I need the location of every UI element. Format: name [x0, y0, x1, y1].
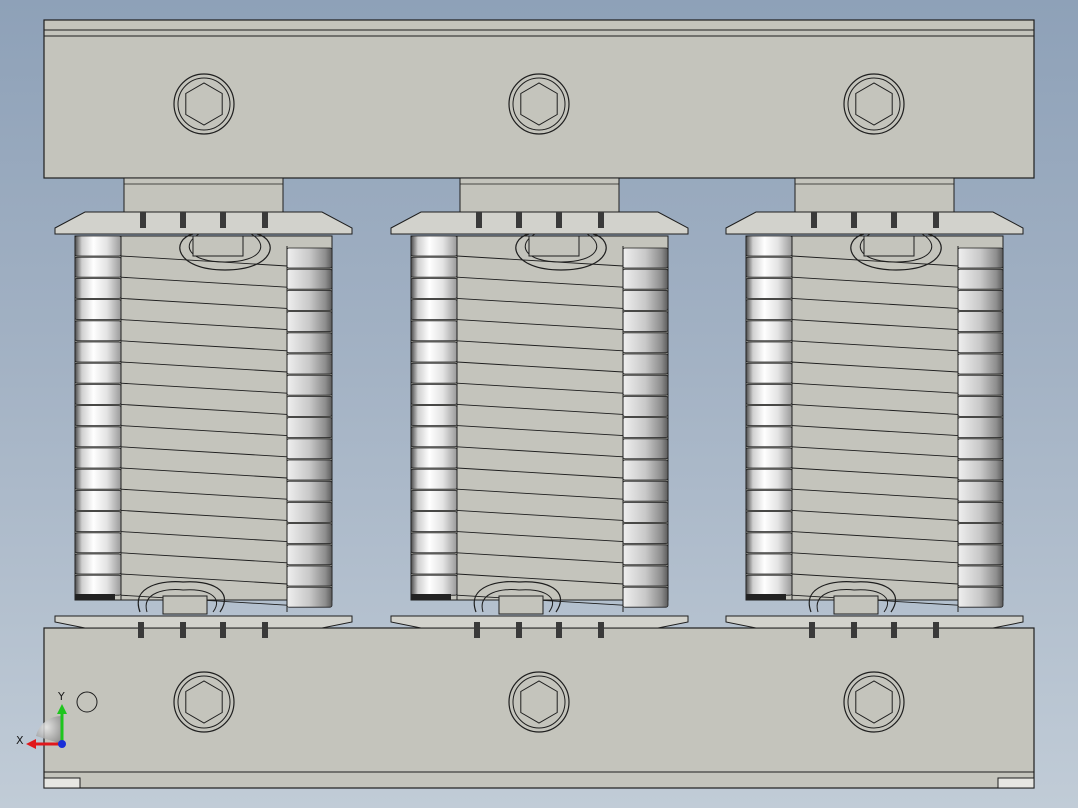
top-yoke	[43, 19, 1035, 179]
x-axis-label: X	[16, 734, 24, 747]
bottom-bolt-2	[508, 671, 570, 733]
bottom-flange	[390, 615, 689, 629]
cad-viewport[interactable]: XY	[0, 0, 1078, 808]
bottom-bolt-3	[843, 671, 905, 733]
bottom-bolt-1	[173, 671, 235, 733]
top-flange	[54, 211, 353, 235]
locating-hole	[76, 691, 98, 713]
top-bolt-1	[173, 73, 235, 135]
top-flange	[390, 211, 689, 235]
axis-triad: XY	[16, 690, 67, 749]
bottom-flange	[725, 615, 1024, 629]
reactor-model[interactable]: XY	[0, 0, 1078, 808]
bottom-yoke	[43, 627, 1035, 789]
coil-3	[725, 177, 1024, 638]
core-leg	[794, 177, 955, 213]
core-leg	[123, 177, 284, 213]
coil-2	[390, 177, 689, 638]
y-axis-label: Y	[57, 690, 65, 703]
triad-sphere	[36, 715, 62, 744]
coil-1	[54, 177, 353, 638]
top-flange	[725, 211, 1024, 235]
bottom-flange	[54, 615, 353, 629]
core-leg	[459, 177, 620, 213]
top-bolt-3	[843, 73, 905, 135]
top-bolt-2	[508, 73, 570, 135]
z-axis-dot	[58, 740, 66, 748]
